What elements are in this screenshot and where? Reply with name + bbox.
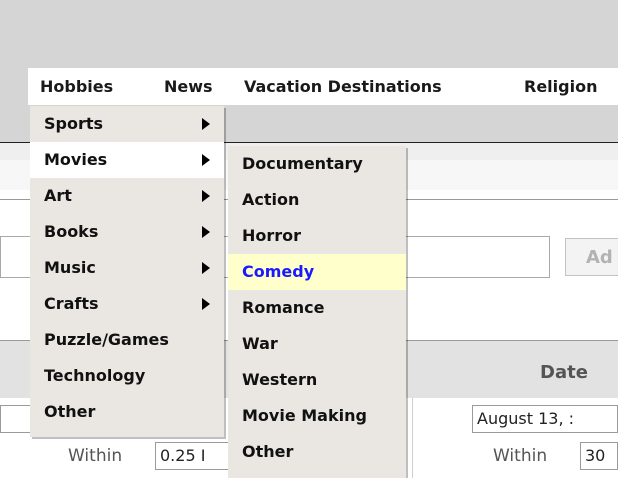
submenu-arrow-icon	[202, 154, 210, 166]
menu-item-puzzle-games[interactable]: Puzzle/Games	[30, 322, 224, 358]
menu-item-movies[interactable]: Movies	[30, 142, 224, 178]
menu-item-sports[interactable]: Sports	[30, 106, 224, 142]
movies-submenu: Documentary Action Horror Comedy Romance…	[228, 146, 406, 478]
hobbies-dropdown: Sports Movies Art Books Music Crafts Puz…	[30, 106, 224, 437]
submenu-item-action[interactable]: Action	[228, 182, 406, 218]
submenu-item-movie-making[interactable]: Movie Making	[228, 398, 406, 434]
add-button[interactable]: Ad	[565, 238, 618, 276]
within-days-label: Within	[493, 446, 548, 466]
within-days-input[interactable]: 30	[580, 442, 618, 470]
menu-vacation-destinations[interactable]: Vacation Destinations	[232, 68, 442, 105]
date-input[interactable]: August 13, :	[472, 405, 618, 433]
submenu-arrow-icon	[202, 118, 210, 130]
menu-item-label: Art	[44, 186, 72, 205]
distance-input[interactable]: 0.25 I	[155, 442, 235, 470]
menu-item-books[interactable]: Books	[30, 214, 224, 250]
submenu-item-war[interactable]: War	[228, 326, 406, 362]
menu-item-art[interactable]: Art	[30, 178, 224, 214]
submenu-item-comedy[interactable]: Comedy	[228, 254, 406, 290]
menu-item-label: Books	[44, 222, 99, 241]
menu-religion[interactable]: Religion	[512, 68, 597, 105]
submenu-item-documentary[interactable]: Documentary	[228, 146, 406, 182]
menu-item-crafts[interactable]: Crafts	[30, 286, 224, 322]
submenu-item-western[interactable]: Western	[228, 362, 406, 398]
menu-item-music[interactable]: Music	[30, 250, 224, 286]
date-column-header: Date	[540, 362, 588, 383]
submenu-arrow-icon	[202, 190, 210, 202]
menu-item-label: Sports	[44, 114, 104, 133]
submenu-arrow-icon	[202, 298, 210, 310]
submenu-arrow-icon	[202, 262, 210, 274]
menu-item-label: Music	[44, 258, 96, 277]
within-label: Within	[68, 446, 123, 466]
submenu-arrow-icon	[202, 226, 210, 238]
submenu-item-other[interactable]: Other	[228, 434, 406, 470]
menu-item-other[interactable]: Other	[30, 394, 224, 430]
menu-item-label: Crafts	[44, 294, 99, 313]
menu-item-technology[interactable]: Technology	[30, 358, 224, 394]
menu-item-label: Movies	[44, 150, 108, 169]
submenu-item-horror[interactable]: Horror	[228, 218, 406, 254]
column-divider	[412, 398, 413, 478]
menu-hobbies[interactable]: Hobbies	[28, 68, 158, 105]
menu-news[interactable]: News	[152, 68, 213, 105]
submenu-item-romance[interactable]: Romance	[228, 290, 406, 326]
